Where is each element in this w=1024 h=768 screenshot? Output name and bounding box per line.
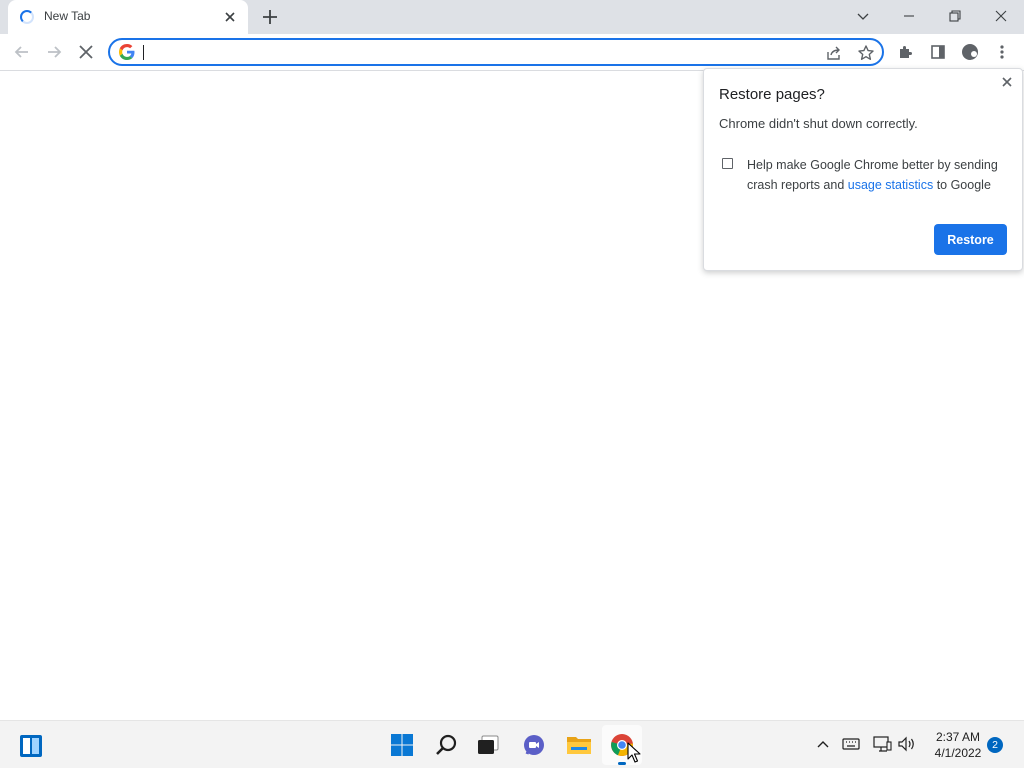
extensions-button[interactable] xyxy=(893,39,919,65)
windows-logo-icon xyxy=(391,734,413,756)
volume-icon xyxy=(898,736,914,752)
profile-button[interactable] xyxy=(957,39,983,65)
new-tab-button[interactable] xyxy=(258,5,282,29)
google-g-icon xyxy=(119,44,135,60)
chevron-down-icon xyxy=(857,13,869,20)
arrow-left-icon xyxy=(14,46,28,58)
side-panel-button[interactable] xyxy=(925,39,951,65)
address-bar[interactable] xyxy=(108,38,884,66)
tab-strip: New Tab xyxy=(0,0,1024,34)
clock-time: 2:37 AM xyxy=(935,730,981,744)
close-icon xyxy=(225,12,235,22)
restore-window-icon xyxy=(949,10,961,22)
chat-icon xyxy=(524,735,544,755)
widgets-icon xyxy=(20,735,42,757)
plus-icon xyxy=(263,10,277,24)
system-clock[interactable]: 2:37 AM 4/1/2022 xyxy=(928,729,988,761)
share-icon xyxy=(827,46,840,60)
task-view-button[interactable] xyxy=(468,725,508,765)
volume-button[interactable] xyxy=(896,733,918,755)
text-caret xyxy=(143,45,144,60)
back-button[interactable] xyxy=(9,39,35,65)
task-view-icon xyxy=(478,735,499,754)
widgets-button[interactable] xyxy=(10,725,50,765)
chat-button[interactable] xyxy=(514,725,554,765)
keyboard-icon xyxy=(842,738,860,750)
tab-close-button[interactable] xyxy=(221,8,239,26)
chevron-up-icon xyxy=(817,741,829,748)
restore-button[interactable]: Restore xyxy=(934,224,1007,255)
forward-button[interactable] xyxy=(41,39,67,65)
close-icon xyxy=(79,45,93,59)
loading-spinner-icon xyxy=(20,10,34,24)
crash-reports-label: Help make Google Chrome better by sendin… xyxy=(747,155,1005,195)
tab-new-tab[interactable]: New Tab xyxy=(8,0,248,34)
network-icon xyxy=(873,736,892,752)
bookmark-button[interactable] xyxy=(856,43,876,63)
address-input[interactable] xyxy=(146,42,810,64)
dialog-title: Restore pages? xyxy=(719,86,825,103)
arrow-right-icon xyxy=(48,46,62,58)
browser-toolbar xyxy=(0,34,1024,71)
minimize-icon xyxy=(904,15,914,17)
restore-pages-dialog: Restore pages? Chrome didn't shut down c… xyxy=(703,68,1023,271)
share-button[interactable] xyxy=(824,43,844,63)
network-button[interactable] xyxy=(871,733,893,755)
star-icon xyxy=(858,45,874,60)
puzzle-icon xyxy=(900,46,912,58)
crash-reports-text-end: to Google xyxy=(933,178,991,192)
tab-title: New Tab xyxy=(44,9,91,23)
taskbar: 2:37 AM 4/1/2022 2 xyxy=(0,720,1024,768)
dialog-message: Chrome didn't shut down correctly. xyxy=(719,116,918,131)
mouse-pointer-icon xyxy=(627,742,641,763)
side-panel-icon xyxy=(931,45,945,59)
restore-window-button[interactable] xyxy=(932,0,978,32)
minimize-button[interactable] xyxy=(886,0,932,32)
usage-statistics-link[interactable]: usage statistics xyxy=(848,178,933,192)
touch-keyboard-button[interactable] xyxy=(840,733,862,755)
search-icon xyxy=(436,734,457,755)
more-vertical-icon xyxy=(1000,45,1004,59)
show-hidden-icons-button[interactable] xyxy=(812,733,834,755)
stop-loading-button[interactable] xyxy=(73,39,99,65)
close-icon xyxy=(995,10,1007,22)
dialog-close-button[interactable] xyxy=(999,74,1015,90)
notification-count-badge[interactable]: 2 xyxy=(987,737,1003,753)
close-window-button[interactable] xyxy=(978,0,1024,32)
tab-search-button[interactable] xyxy=(840,0,886,32)
chrome-menu-button[interactable] xyxy=(989,39,1015,65)
search-button[interactable] xyxy=(427,725,467,765)
start-button[interactable] xyxy=(382,725,422,765)
file-explorer-button[interactable] xyxy=(558,725,598,765)
active-app-indicator xyxy=(618,762,626,765)
folder-icon xyxy=(567,737,591,754)
crash-reports-checkbox[interactable] xyxy=(722,158,733,169)
clock-date: 4/1/2022 xyxy=(934,746,982,760)
close-icon xyxy=(1002,77,1012,87)
avatar-icon xyxy=(962,44,978,60)
